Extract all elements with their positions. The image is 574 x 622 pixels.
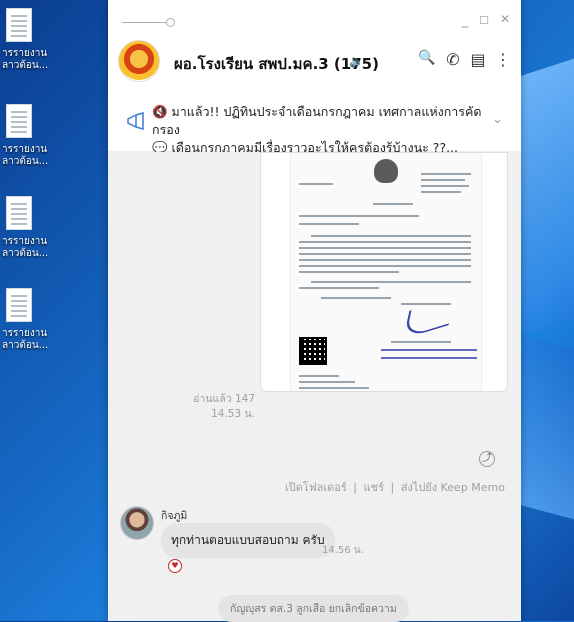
document-icon <box>6 288 32 322</box>
announcement-line-1: 🔇 มาแล้ว!! ปฏิทินประจำเดือนกรกฎาคม เทศกา… <box>152 104 482 137</box>
open-folder-link[interactable]: เปิดโฟลเดอร์ <box>285 481 347 494</box>
more-options-icon[interactable]: ⋮ <box>493 50 513 69</box>
desktop-file-label: ารรายงาน ลาวต้อน... <box>2 236 49 259</box>
megaphone-icon <box>126 112 146 135</box>
desktop-file-icon[interactable]: ารรายงาน ลาวต้อน... <box>0 8 60 72</box>
image-message[interactable] <box>260 152 508 392</box>
image-actions: เปิดโฟลเดอร์ | แชร์ | ส่งไปยัง Keep Memo <box>285 481 505 494</box>
mute-icon: 🔈 <box>349 54 364 68</box>
maximize-button[interactable]: ☐ <box>476 14 492 27</box>
desktop-file-label: ารรายงาน ลาวต้อน... <box>2 328 49 351</box>
keep-memo-link[interactable]: ส่งไปยัง Keep Memo <box>401 481 505 494</box>
read-count: อ่านแล้ว 147 <box>193 393 255 405</box>
document-image-preview <box>291 153 481 391</box>
announcement-text: 🔇 มาแล้ว!! ปฏิทินประจำเดือนกรกฎาคม เทศกา… <box>152 103 482 157</box>
title-bar: _ ☐ ✕ <box>108 0 521 36</box>
share-link[interactable]: แชร์ <box>364 481 384 494</box>
chevron-down-icon[interactable]: ⌄ <box>492 112 503 127</box>
garuda-emblem-icon <box>374 159 398 183</box>
notes-icon[interactable]: ▤ <box>468 50 488 69</box>
announcement-banner[interactable]: 🔇 มาแล้ว!! ปฏิทินประจำเดือนกรกฎาคม เทศกา… <box>108 96 521 155</box>
chat-window: _ ☐ ✕ ผอ.โรงเรียน สพป.มค.3 (175) 🔈 🔍 ✆ ▤… <box>108 0 521 622</box>
sender-name: กิจภูมิ <box>161 510 188 522</box>
desktop-file-label: ารรายงาน ลาวต้อน... <box>2 144 49 167</box>
message-bubble[interactable]: ทุกท่านตอบแบบสอบถาม ครับ <box>161 523 335 558</box>
system-notice: กัญญุสร ตส.3 ลูกเสือ ยกเลิกข้อความ <box>218 595 409 622</box>
document-icon <box>6 104 32 138</box>
document-icon <box>6 196 32 230</box>
minimize-button[interactable]: _ <box>457 12 473 28</box>
desktop-file-label: ารรายงาน ลาวต้อน... <box>2 48 49 71</box>
desktop-file-icon[interactable]: ารรายงาน ลาวต้อน... <box>0 196 60 260</box>
group-avatar[interactable] <box>118 40 160 82</box>
desktop-file-icon[interactable]: ารรายงาน ลาวต้อน... <box>0 104 60 168</box>
reaction-heart-icon[interactable]: ♥ <box>168 559 182 573</box>
desktop-file-icon[interactable]: ารรายงาน ลาวต้อน... <box>0 288 60 352</box>
chat-messages[interactable]: อ่านแล้ว 147 14.53 น. ⤴ เปิดโฟลเดอร์ | แ… <box>108 152 521 622</box>
message-time: 14.56 น. <box>322 545 364 556</box>
share-icon[interactable]: ⤴ <box>479 451 495 467</box>
chat-header: ผอ.โรงเรียน สพป.มค.3 (175) 🔈 🔍 ✆ ▤ ⋮ <box>108 36 521 86</box>
message-time: 14.53 น. <box>211 408 255 420</box>
read-receipt: อ่านแล้ว 147 14.53 น. <box>193 392 255 422</box>
call-icon[interactable]: ✆ <box>443 50 463 69</box>
qr-code <box>299 337 327 365</box>
opacity-slider-track[interactable] <box>122 22 168 23</box>
opacity-slider-handle[interactable] <box>166 18 175 27</box>
avatar[interactable] <box>120 506 154 540</box>
close-button[interactable]: ✕ <box>497 12 513 26</box>
document-icon <box>6 8 32 42</box>
search-icon[interactable]: 🔍 <box>417 50 437 66</box>
